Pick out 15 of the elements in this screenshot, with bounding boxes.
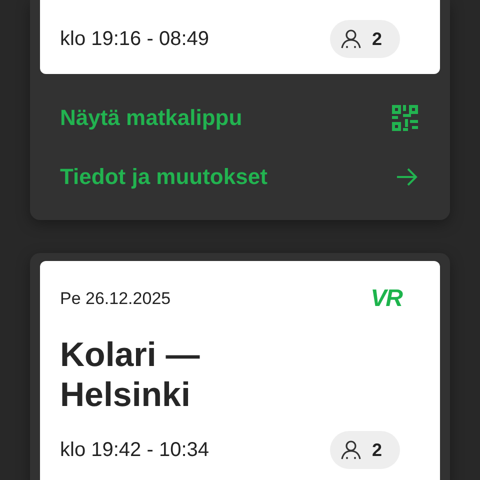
trip-date: Pe 26.12.2025 xyxy=(60,289,171,309)
person-icon xyxy=(340,28,362,50)
action-label: Tiedot ja muutokset xyxy=(60,164,268,190)
action-link[interactable]: Tiedot ja muutokset xyxy=(40,147,440,206)
action-link[interactable]: Näytä matkalippu xyxy=(40,88,440,147)
route-title: Kolari — Helsinki xyxy=(60,335,201,415)
trip-time: klo 19:16 - 08:49 xyxy=(60,28,209,50)
vr-logo: VR xyxy=(370,285,402,313)
passenger-count: 2 xyxy=(372,440,382,460)
trip-time: klo 19:42 - 10:34 xyxy=(60,438,209,462)
person-icon xyxy=(340,439,362,461)
arrow-right-icon xyxy=(396,166,418,186)
qr-code-icon xyxy=(392,104,418,130)
action-label: Näytä matkalippu xyxy=(60,104,242,130)
passenger-count: 2 xyxy=(372,28,382,50)
